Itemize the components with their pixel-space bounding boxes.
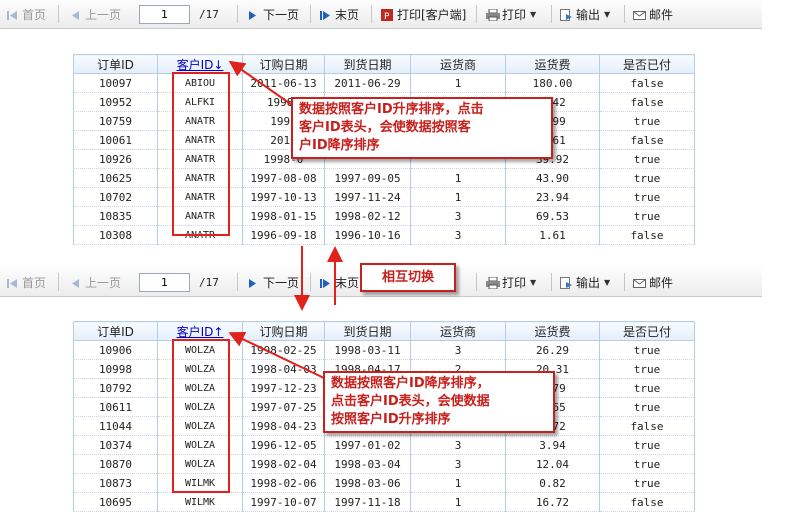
ascending-note-line: 数据按照客户ID升序排序，点击 [299, 102, 484, 117]
toggle-note: 相互切换 [360, 263, 456, 292]
descending-note: 数据按照客户ID降序排序， 点击客户ID表头，会使数据 按照客户ID升序排序 [323, 371, 555, 433]
ascending-note-line: 户ID降序排序 [299, 138, 380, 153]
ascending-note: 数据按照客户ID升序排序，点击 客户ID表头，会使数据按照客 户ID降序排序 [291, 97, 553, 159]
annotation-arrows [228, 60, 343, 379]
ascending-note-line: 客户ID表头，会使数据按照客 [299, 120, 471, 135]
descending-note-line: 按照客户ID升序排序 [331, 412, 451, 427]
descending-note-line: 点击客户ID表头，会使数据 [331, 394, 490, 409]
descending-note-line: 数据按照客户ID降序排序， [331, 376, 490, 391]
arrow-to-header-bottom [228, 331, 325, 379]
arrow-to-header-top [228, 60, 293, 106]
